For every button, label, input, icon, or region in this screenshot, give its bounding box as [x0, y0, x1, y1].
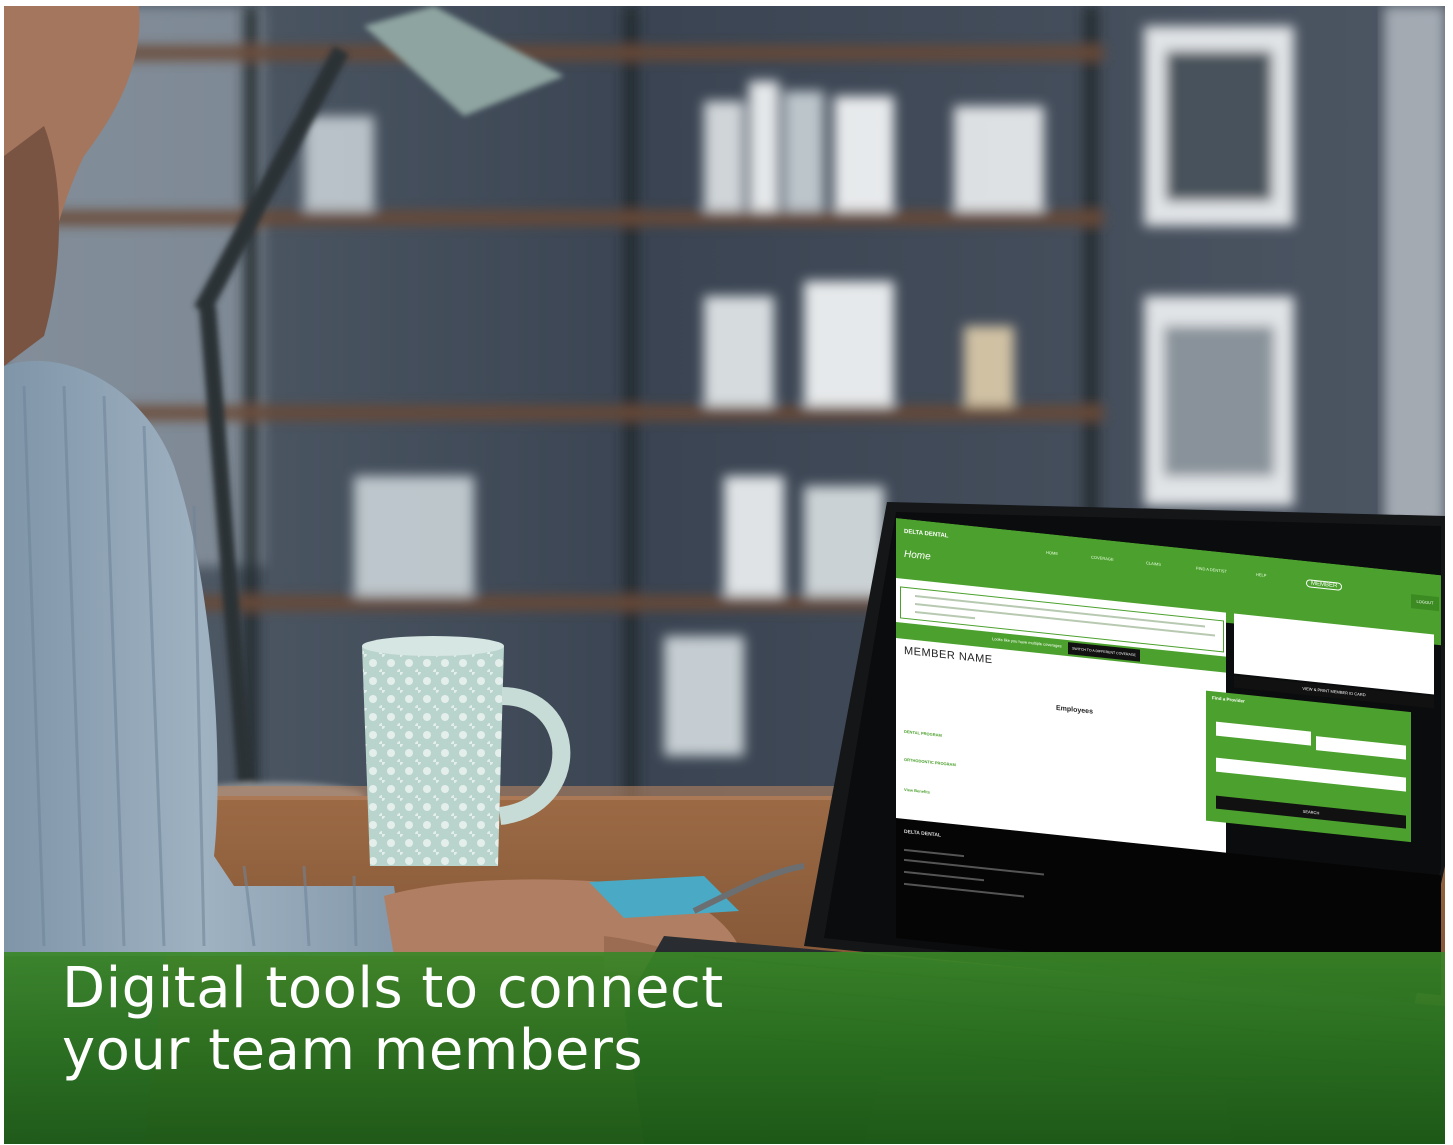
- screen-page-title: Home: [904, 548, 931, 563]
- screen-nav-claims[interactable]: CLAIMS: [1146, 560, 1161, 567]
- screen-nav-help[interactable]: HELP: [1256, 572, 1266, 578]
- screen-footer-logo: DELTA DENTAL: [904, 828, 942, 839]
- screen-search-button[interactable]: SEARCH: [1216, 795, 1406, 829]
- screen-account-badge[interactable]: MEMBER: [1306, 579, 1343, 591]
- laptop-screen-ui: DELTA DENTAL HOME COVERAGE CLAIMS FIND A…: [896, 518, 1441, 996]
- screen-nav-coverage[interactable]: COVERAGE: [1091, 554, 1114, 561]
- screen-member-name: MEMBER NAME: [904, 644, 993, 667]
- screen-zip-input[interactable]: [1216, 721, 1311, 746]
- screen-find-provider-panel: Find a Provider SEARCH: [1206, 690, 1411, 843]
- screen-logout-button[interactable]: LOGOUT: [1411, 594, 1439, 612]
- screen-last-name-input[interactable]: [1216, 757, 1406, 792]
- screen-view-benefits-link[interactable]: View Benefits: [904, 787, 930, 795]
- photo-frame: DELTA DENTAL HOME COVERAGE CLAIMS FIND A…: [4, 6, 1445, 1144]
- screen-employees-heading: Employees: [1056, 704, 1093, 716]
- screen-main-panel: Looks like you have multiple coverages S…: [896, 578, 1226, 863]
- caption-headline: Digital tools to connect your team membe…: [62, 958, 962, 1082]
- screen-switch-coverage-button[interactable]: SWITCH TO A DIFFERENT COVERAGE: [1068, 642, 1140, 662]
- caption-line-2: your team members: [62, 1018, 644, 1083]
- screen-logo: DELTA DENTAL: [904, 528, 949, 540]
- screen-nav-find-dentist[interactable]: FIND A DENTIST: [1196, 566, 1227, 574]
- screen-orthodontic-program[interactable]: ORTHODONTIC PROGRAM: [904, 757, 956, 767]
- screen-dental-program[interactable]: DENTAL PROGRAM: [904, 729, 942, 738]
- screen-radius-select[interactable]: [1316, 736, 1406, 760]
- screen-finder-title: Find a Provider: [1212, 695, 1245, 704]
- caption-line-1: Digital tools to connect: [62, 956, 724, 1021]
- screen-nav-home[interactable]: HOME: [1046, 550, 1058, 556]
- screen-banner-text: Looks like you have multiple coverages: [992, 636, 1062, 649]
